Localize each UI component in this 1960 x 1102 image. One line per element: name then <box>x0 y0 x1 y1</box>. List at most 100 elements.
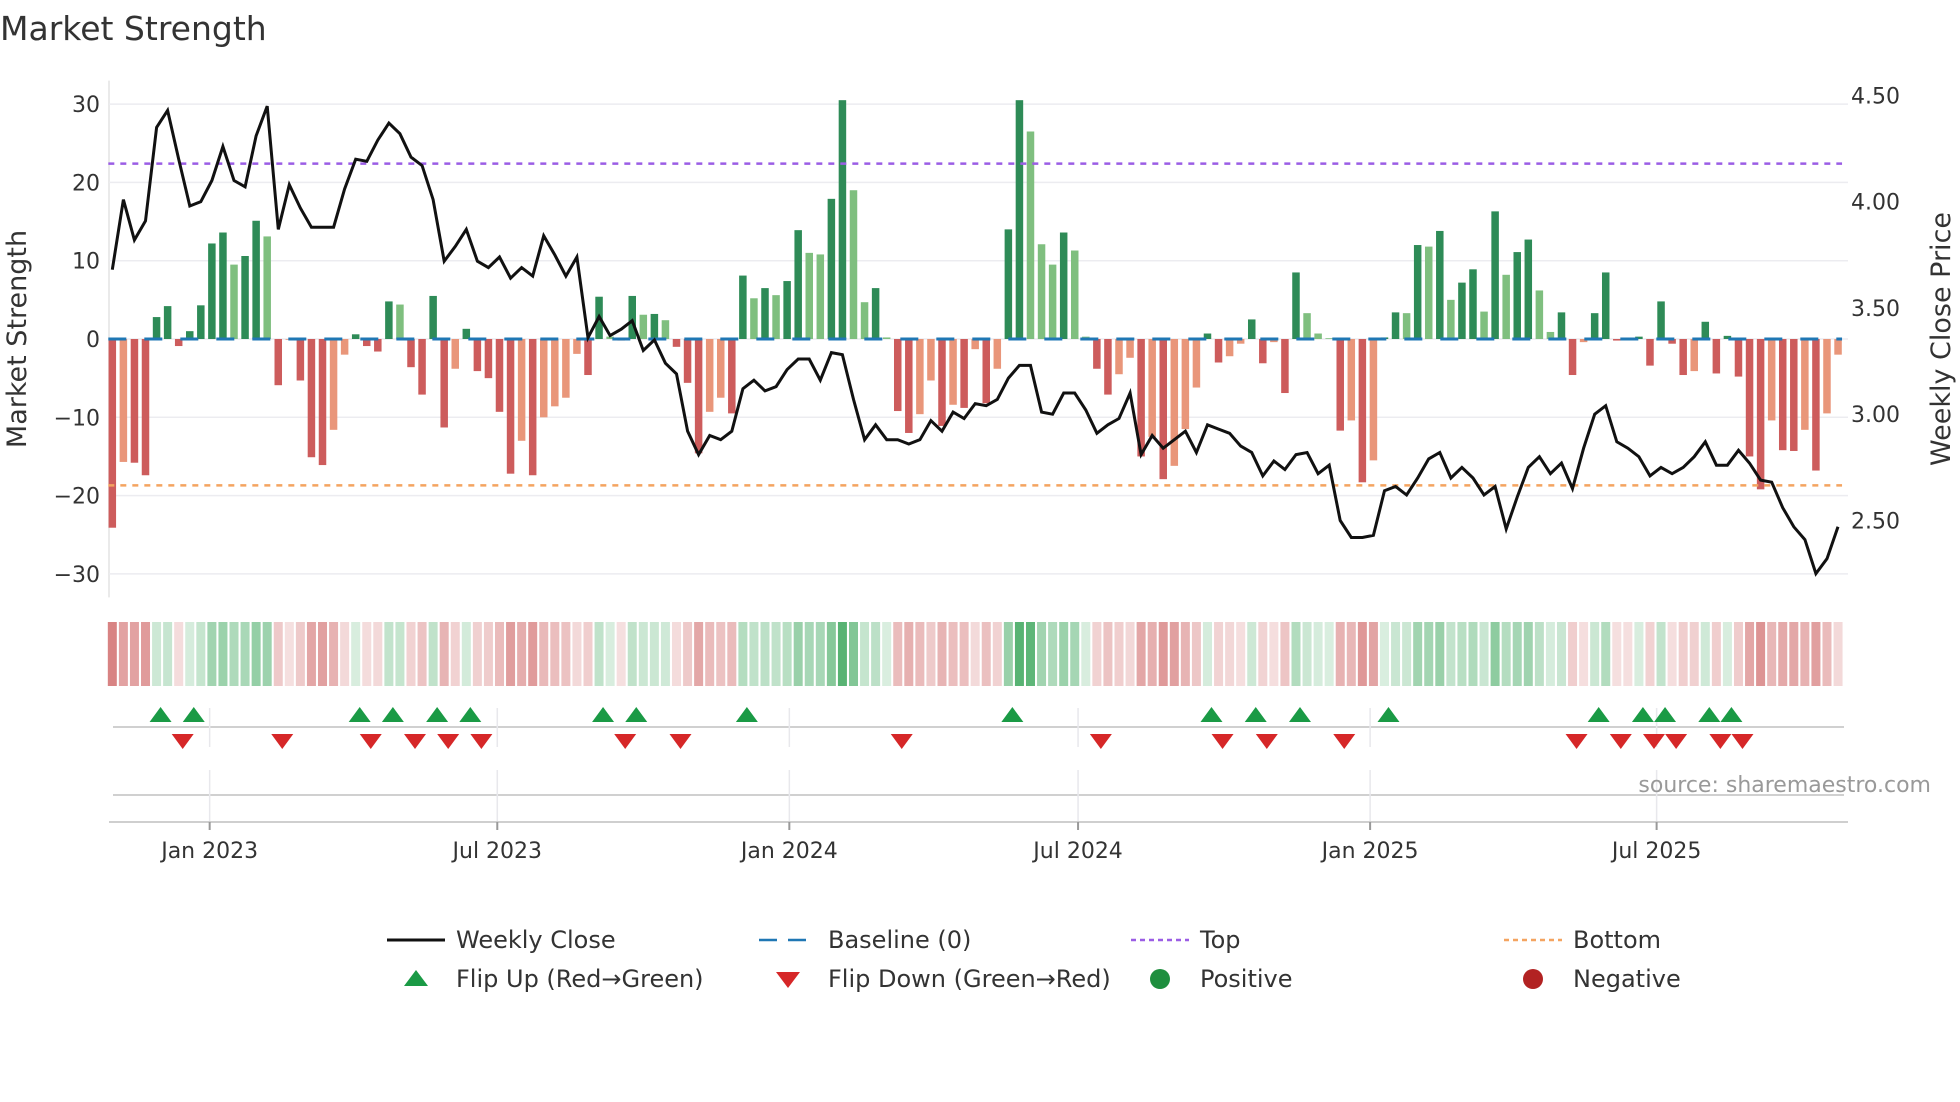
strength-heat-strip <box>107 622 1843 686</box>
strength-bar <box>141 339 150 476</box>
strip-cell <box>1125 622 1135 686</box>
flip-down-marker <box>1665 734 1688 749</box>
flip-up-marker <box>149 707 172 722</box>
x-tick-label: Jan 2024 <box>739 839 838 864</box>
strength-bar <box>1347 339 1356 421</box>
legend-label: Flip Up (Red→Green) <box>456 965 704 993</box>
strip-cell <box>660 622 670 686</box>
strip-cell <box>782 622 792 686</box>
strip-cell <box>871 622 881 686</box>
strip-cell <box>550 622 560 686</box>
strip-cell <box>1136 622 1146 686</box>
flip-up-marker <box>381 707 404 722</box>
flip-up-marker <box>735 707 758 722</box>
strength-bar <box>152 317 161 339</box>
flip-down-marker <box>1731 734 1754 749</box>
strip-cell <box>1733 622 1743 686</box>
strip-cell <box>1789 622 1799 686</box>
strip-cell <box>406 622 416 686</box>
strip-cell <box>306 622 316 686</box>
strip-cell <box>1745 622 1755 686</box>
strength-bar <box>1192 339 1201 388</box>
strip-cell <box>1534 622 1544 686</box>
strength-bar <box>1159 339 1167 480</box>
flip-up-marker <box>1587 707 1610 722</box>
triangle-down-icon <box>776 972 800 988</box>
strip-cell <box>882 622 892 686</box>
strength-bar <box>728 339 736 414</box>
strip-cell <box>738 622 748 686</box>
strip-cell <box>483 622 493 686</box>
strip-cell <box>826 622 836 686</box>
strength-bar <box>1004 229 1013 339</box>
strength-bar <box>1734 339 1743 377</box>
strip-cell <box>1379 622 1389 686</box>
strength-bar <box>584 339 592 376</box>
strip-cell <box>1037 622 1047 686</box>
flip-up-marker <box>592 707 615 722</box>
strip-cell <box>251 622 261 686</box>
strength-bar <box>340 339 349 355</box>
strip-cell <box>904 622 914 686</box>
strip-cell <box>1667 622 1677 686</box>
strip-cell <box>1413 622 1423 686</box>
strip-cell <box>959 622 969 686</box>
y-axis-label-left: Market Strength <box>2 230 33 448</box>
y-tick-label-right: 2.50 <box>1851 509 1900 534</box>
legend: Weekly Close Baseline (0) Top Bottom Flip Up… <box>387 926 1681 993</box>
strength-bar <box>1015 100 1024 340</box>
strip-cell <box>384 622 394 686</box>
strength-bar <box>1104 339 1112 395</box>
flip-up-marker <box>1377 707 1400 722</box>
strip-cell <box>1590 622 1600 686</box>
strip-cell <box>107 622 117 686</box>
strip-cell <box>340 622 350 686</box>
strip-cell <box>594 622 604 686</box>
flip-up-marker <box>1698 707 1721 722</box>
flip-down-marker <box>1609 734 1632 749</box>
strength-bar <box>949 339 957 405</box>
strip-cell <box>207 622 217 686</box>
strip-cell <box>373 622 383 686</box>
strip-cell <box>815 622 825 686</box>
strip-cell <box>1048 622 1058 686</box>
y-tick-label: 30 <box>72 93 100 118</box>
strip-cell <box>1800 622 1810 686</box>
strip-cell <box>1092 622 1102 686</box>
strength-bar <box>927 339 935 381</box>
strength-bar <box>506 339 515 474</box>
flip-down-marker <box>669 734 692 749</box>
strip-cell <box>1346 622 1356 686</box>
strip-cell <box>163 622 173 686</box>
strip-cell <box>1556 622 1566 686</box>
y-ticks-right: 4.50 4.00 3.50 3.00 2.50 <box>1851 84 1900 534</box>
strip-cell <box>295 622 305 686</box>
flip-markers <box>113 707 1844 822</box>
strength-bar <box>683 339 692 383</box>
strip-cell <box>727 622 737 686</box>
strength-bar <box>484 339 493 379</box>
strength-bar <box>1402 313 1411 339</box>
y-tick-label: 0 <box>86 328 100 353</box>
strip-cell <box>174 622 184 686</box>
strength-bar <box>396 304 404 339</box>
strip-cell <box>1368 622 1378 686</box>
flip-down-marker <box>470 734 493 749</box>
strength-bar <box>1292 272 1300 339</box>
strength-bar <box>1126 339 1134 358</box>
strip-cell <box>1512 622 1522 686</box>
strength-bar <box>1613 339 1621 341</box>
strength-bar <box>1701 321 1710 339</box>
strip-cell <box>793 622 803 686</box>
strip-cell <box>1767 622 1777 686</box>
strip-cell <box>1601 622 1611 686</box>
strip-cell <box>229 622 239 686</box>
y-tick-label-right: 4.50 <box>1851 84 1900 109</box>
flip-down-marker <box>1709 734 1732 749</box>
strength-bar <box>385 301 393 339</box>
flip-down-marker <box>614 734 637 749</box>
strip-cell <box>1623 622 1633 686</box>
strength-bar <box>805 252 813 339</box>
flip-down-marker <box>271 734 294 749</box>
strip-cell <box>671 622 681 686</box>
